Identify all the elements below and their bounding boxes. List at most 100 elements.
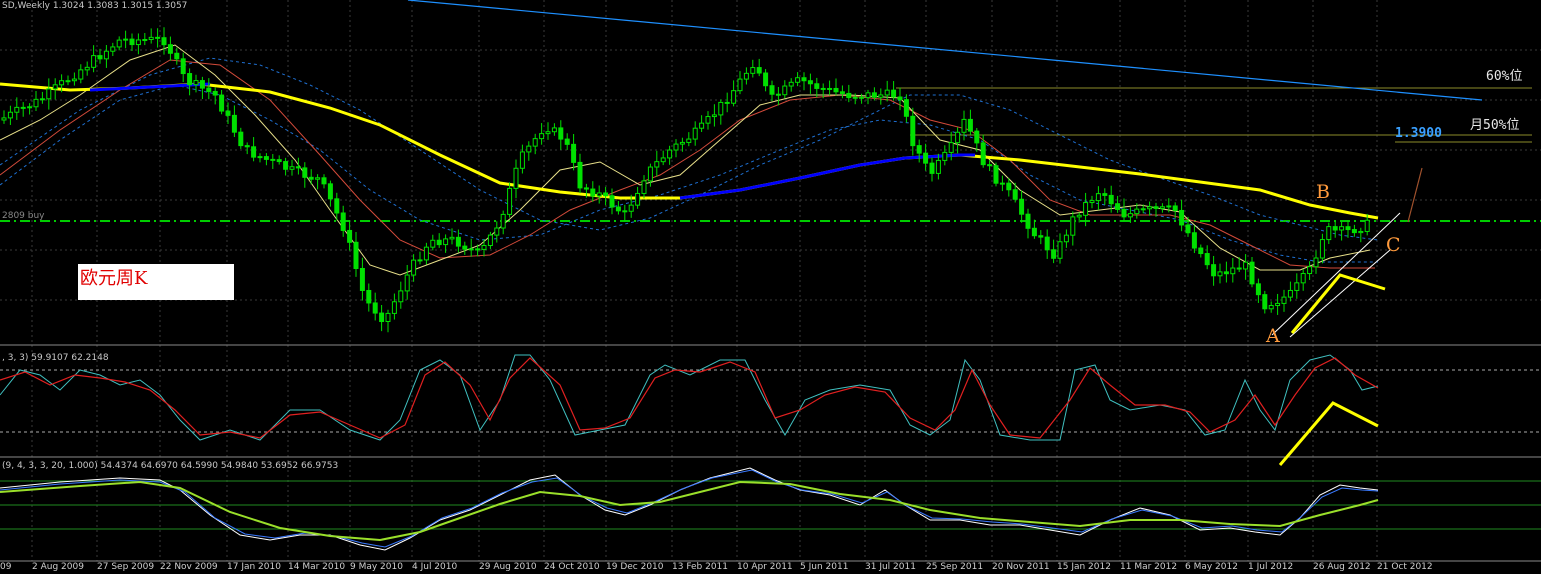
candle-body [769, 85, 775, 95]
candle-body [820, 87, 826, 90]
wave-label-b: B [1316, 181, 1330, 203]
candle-body [475, 248, 481, 251]
candle-body [929, 162, 935, 174]
candle-body [846, 92, 852, 99]
candle-body [231, 114, 237, 133]
candle-body [705, 116, 711, 124]
candle-body [1358, 230, 1364, 234]
candle-body [916, 145, 922, 154]
candle-body [737, 78, 743, 92]
candle-body [814, 83, 820, 89]
candle-body [692, 127, 698, 140]
candle-body [52, 84, 58, 90]
candle-body [654, 161, 660, 168]
candle-body [763, 72, 769, 87]
candle-body [1191, 232, 1197, 249]
candle-body [244, 145, 250, 148]
candle-body [1, 117, 7, 121]
candle-body [1339, 226, 1345, 231]
candle-body [308, 176, 314, 180]
candle-body [417, 259, 423, 262]
candle-body [871, 92, 877, 98]
channel-upper-line[interactable] [1271, 212, 1401, 336]
candle-body [1063, 234, 1069, 243]
osc2-indicator-info: (9, 4, 3, 3, 20, 1.000) 54.4374 64.6970 … [2, 461, 339, 471]
candle-body [667, 149, 673, 159]
candle-body [1179, 209, 1185, 226]
candle-body [263, 156, 269, 160]
candle-body [372, 302, 378, 314]
candle-body [1230, 267, 1236, 275]
candle-body [251, 146, 257, 158]
candle-body [347, 229, 353, 243]
wave-annotation-main[interactable] [1290, 273, 1386, 334]
time-axis-label: 10 Apr 2011 [737, 562, 793, 572]
candle-body [577, 161, 583, 189]
level-50-label: 月50%位 [1470, 118, 1520, 133]
candle-body [257, 156, 263, 159]
candle-body [430, 239, 436, 248]
stoch-k-line [0, 354, 1379, 441]
candle-body [974, 130, 980, 144]
candle-body [1313, 257, 1319, 268]
candle-body [411, 259, 417, 276]
time-axis-label: 24 Oct 2010 [544, 562, 600, 572]
candle-body [686, 138, 692, 143]
candle-body [1319, 239, 1325, 259]
candle-body [1262, 294, 1268, 310]
candle-body [391, 301, 397, 314]
candle-body [1204, 253, 1210, 266]
candle-body [135, 39, 141, 46]
candle-body [532, 138, 538, 147]
candle-body [443, 238, 449, 246]
candle-body [935, 159, 941, 174]
candle-body [839, 91, 845, 94]
candle-body [276, 159, 282, 163]
time-axis-label: 2 Aug 2009 [32, 562, 84, 572]
time-axis-label: 25 Sep 2011 [926, 562, 984, 572]
candle-body [788, 81, 794, 87]
channel-lower-line[interactable] [1289, 249, 1391, 338]
time-axis-label: 14 Mar 2010 [288, 562, 346, 572]
candle-body [564, 138, 570, 145]
candle-body [334, 198, 340, 214]
candle-body [84, 66, 90, 71]
candle-body [436, 239, 442, 246]
candle-body [795, 77, 801, 83]
candle-body [219, 94, 225, 112]
projection-line[interactable] [1407, 167, 1423, 223]
candle-body [827, 87, 833, 90]
candle-body [628, 204, 634, 212]
candle-body [1307, 266, 1313, 275]
candle-body [142, 39, 148, 42]
candle-body [238, 131, 244, 147]
candle-body [1051, 249, 1057, 259]
candle-body [1057, 241, 1063, 259]
time-axis-label: 17 Jan 2010 [227, 562, 281, 572]
candle-body [724, 101, 730, 104]
candle-body [647, 166, 653, 182]
candle-body [1281, 296, 1287, 304]
time-axis-label: 13 Feb 2011 [672, 562, 729, 572]
candle-body [903, 99, 909, 117]
candle-body [1031, 227, 1037, 237]
chart-title-box: 欧元周K [78, 264, 234, 300]
candle-body [71, 78, 77, 82]
candle-body [711, 114, 717, 118]
candle-body [129, 38, 135, 46]
candle-body [1108, 194, 1114, 205]
candle-body [775, 93, 781, 96]
candle-body [878, 94, 884, 98]
candle-body [545, 131, 551, 135]
candle-body [859, 96, 865, 99]
time-axis-label: 4 Jul 2010 [412, 562, 458, 572]
ma-fast-dashed [0, 84, 1378, 263]
time-axis-label: 26 Aug 2012 [1313, 562, 1371, 572]
wave-annotation-stoch[interactable] [1278, 401, 1379, 466]
price-level-label: 1.3900 [1395, 126, 1442, 141]
candle-body [455, 236, 461, 247]
candle-body [590, 188, 596, 197]
ma-red [0, 59, 1375, 269]
candle-body [910, 115, 916, 147]
level-60-label: 60%位 [1486, 69, 1523, 84]
